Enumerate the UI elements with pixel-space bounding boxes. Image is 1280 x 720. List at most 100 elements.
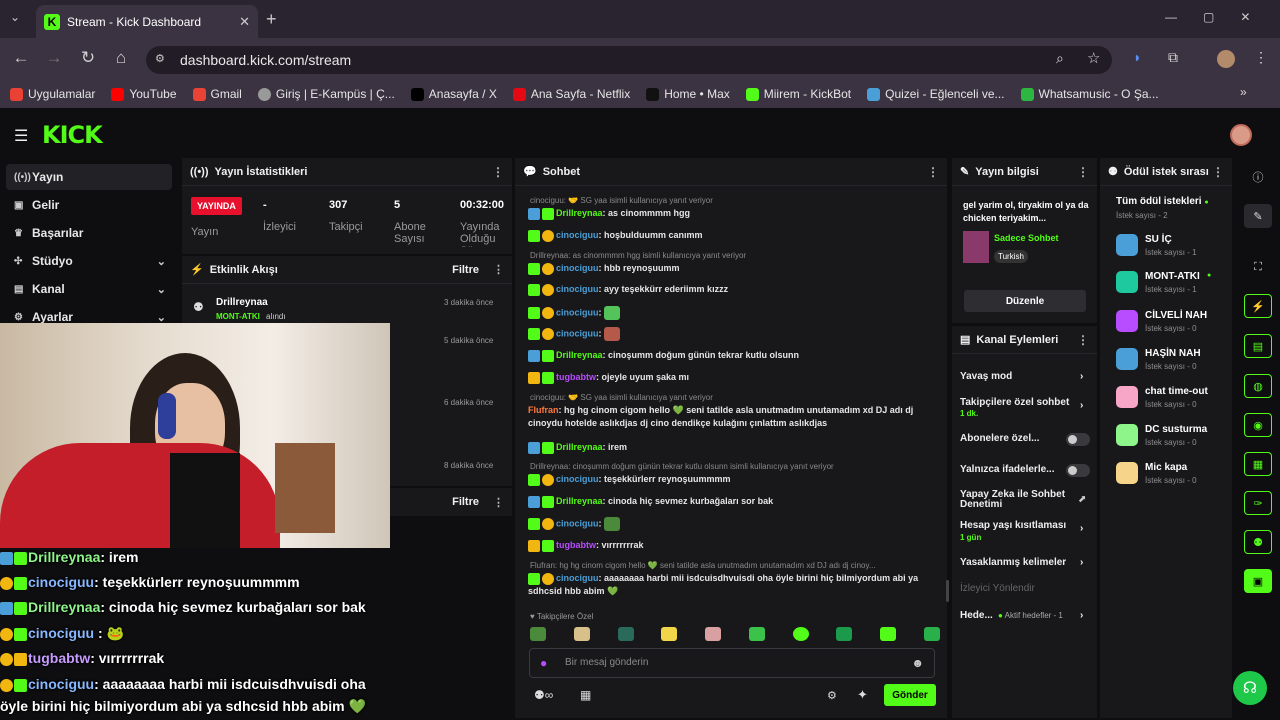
bookmark-item[interactable]: Giriş | E-Kampüs | Ç... xyxy=(257,87,395,101)
emote-icon[interactable] xyxy=(792,627,809,641)
users-icon[interactable]: ⚉∞ xyxy=(534,688,553,702)
sidebar-item-studyo[interactable]: ✣ Stüdyo ⌄ xyxy=(6,248,172,274)
chat-message[interactable]: cinociguu: xyxy=(528,306,938,320)
back-icon[interactable]: ← xyxy=(8,48,34,68)
extension-icon[interactable]: ◗ xyxy=(1133,49,1141,65)
more-options-icon[interactable]: ⋮ xyxy=(493,496,504,509)
bookmark-star-icon[interactable]: ☆ xyxy=(1087,49,1100,67)
more-options-icon[interactable]: ⋮ xyxy=(927,165,939,179)
bookmark-item[interactable]: Whatsamusic - O Şa... xyxy=(1020,87,1159,101)
close-tab-icon[interactable]: ✕ xyxy=(239,14,250,30)
bookmark-item[interactable]: Gmail xyxy=(192,87,242,101)
chat-username[interactable]: cinociguu xyxy=(556,307,599,317)
sidebar-item-yayin[interactable]: ((•)) Yayın xyxy=(6,164,172,190)
chat-message[interactable]: cinociguu: aaaaaaaa harbi mii isdcuisdhv… xyxy=(528,572,938,598)
bookmark-item[interactable]: YouTube xyxy=(111,87,177,101)
profile-avatar[interactable] xyxy=(1217,50,1235,68)
reload-icon[interactable]: ↻ xyxy=(75,48,101,68)
browser-tab[interactable]: K Stream - Kick Dashboard ✕ xyxy=(36,5,258,38)
chat-username[interactable]: Drillreynaa xyxy=(556,496,603,506)
bookmark-item[interactable]: Miirem - KickBot xyxy=(745,87,851,101)
emote-icon[interactable] xyxy=(923,627,940,641)
sidebar-item-kanal[interactable]: ▤ Kanal ⌄ xyxy=(6,276,172,302)
bookmark-item[interactable]: Quizei - Eğlenceli ve... xyxy=(867,87,1005,101)
edit-icon[interactable]: ✎ xyxy=(1244,204,1272,228)
chat-username[interactable]: tugbabtw xyxy=(556,540,596,550)
window-controls[interactable]: —▢✕ xyxy=(1165,10,1276,24)
forward-icon[interactable]: → xyxy=(41,48,67,68)
sidebar-item-gelir[interactable]: ▣ Gelir xyxy=(6,192,172,218)
emote-icon[interactable] xyxy=(705,627,722,641)
emote-icon[interactable] xyxy=(661,627,678,641)
hamburger-menu-icon[interactable]: ☰ xyxy=(14,126,28,146)
site-info-icon[interactable]: ⚙ xyxy=(155,52,165,65)
chat-username[interactable]: Flufran xyxy=(528,405,559,415)
chat-username[interactable]: Drillreynaa xyxy=(556,442,603,452)
chat-username[interactable]: cinociguu xyxy=(556,284,599,294)
all-rewards-link[interactable]: Tüm ödül istekleri ● xyxy=(1116,196,1209,207)
category-link[interactable]: Sadece Sohbet xyxy=(994,233,1059,243)
kick-logo[interactable]: KICK xyxy=(42,121,103,149)
chat-input[interactable]: ● Bir mesaj gönderin ☻ xyxy=(529,648,935,678)
address-bar[interactable]: dashboard.kick.com/stream xyxy=(146,46,1112,74)
chat-username[interactable]: cinociguu xyxy=(556,263,599,273)
microphone-icon[interactable]: ● xyxy=(540,656,547,670)
chat-username[interactable]: cinociguu xyxy=(556,573,599,583)
layout-icon[interactable]: ⛶ xyxy=(1244,255,1272,279)
browser-menu-icon[interactable]: ⋮ xyxy=(1254,49,1268,66)
subs-only-toggle[interactable] xyxy=(1066,433,1090,446)
chat-username[interactable]: cinociguu xyxy=(556,328,599,338)
support-chat-button[interactable]: ☊ xyxy=(1233,671,1267,705)
external-link-icon[interactable]: ⬈ xyxy=(1078,494,1086,505)
chat-message[interactable]: cinociguu: xyxy=(528,517,938,531)
edit-button[interactable]: Düzenle xyxy=(964,290,1086,312)
bookmark-item[interactable]: Ana Sayfa - Netflix xyxy=(512,87,630,101)
chat-message[interactable]: cinociguu: xyxy=(528,327,938,341)
emote-icon[interactable] xyxy=(617,627,634,641)
chat-username[interactable]: tugbabtw xyxy=(556,372,596,382)
emote-icon[interactable] xyxy=(573,627,590,641)
users-icon[interactable]: ⚉ xyxy=(1244,530,1272,554)
settings-gear-icon[interactable]: ⚙ xyxy=(827,689,837,702)
new-tab-icon[interactable]: + xyxy=(266,9,277,30)
chat-message[interactable]: cinociguu: ayy teşekkürr ederiimm kızzz xyxy=(528,283,938,296)
more-bookmarks-icon[interactable]: » xyxy=(1240,85,1247,99)
emotes-only-toggle[interactable] xyxy=(1066,464,1090,477)
bookmark-item[interactable]: Home • Max xyxy=(646,87,730,101)
action-banned-words[interactable]: Yasaklanmış kelimeler › xyxy=(960,557,1090,568)
chat-scrollbar[interactable] xyxy=(946,580,949,602)
calendar-icon[interactable]: ▦ xyxy=(580,688,591,702)
chat-message[interactable]: Drillreynaa: as cinommmm hgg xyxy=(528,207,938,220)
chat-message[interactable]: Drillreynaa: cinoşumm doğum günün tekrar… xyxy=(528,349,938,362)
chat-message[interactable]: cinociguu: hbb reynoşuumm xyxy=(528,262,938,275)
info-icon[interactable]: ⓘ xyxy=(1244,165,1272,189)
home-icon[interactable]: ⌂ xyxy=(108,48,134,68)
extensions-puzzle-icon[interactable]: ⧉ xyxy=(1168,49,1178,66)
broadcast-icon[interactable]: ◉ xyxy=(1244,413,1272,437)
action-followers-only[interactable]: Takipçilere özel sohbet › xyxy=(960,397,1090,411)
chat-message[interactable]: cinociguu: teşekkürlerr reynoşuummmm xyxy=(528,473,938,486)
action-host[interactable]: İzleyici Yönlendir xyxy=(960,583,1090,594)
bookmark-item[interactable]: Anasayfa / X xyxy=(410,87,497,101)
more-options-icon[interactable]: ⋮ xyxy=(1077,333,1089,347)
chat-username[interactable]: cinociguu xyxy=(556,518,599,528)
send-button[interactable]: Gönder xyxy=(884,684,936,706)
filter-button[interactable]: Filtre xyxy=(452,264,479,276)
emoji-icon[interactable]: ☻ xyxy=(911,656,924,670)
action-ai-moderation[interactable]: Yapay Zeka ile Sohbet Denetimi xyxy=(960,490,1070,510)
chat-message[interactable]: cinociguu: hoşbulduumm canımm xyxy=(528,229,938,242)
chat-message[interactable]: Drillreynaa: irem xyxy=(528,441,938,454)
user-avatar[interactable] xyxy=(1230,124,1252,146)
calendar-icon[interactable]: ▦ xyxy=(1244,452,1272,476)
sidebar-item-basarilar[interactable]: ♛ Başarılar xyxy=(6,220,172,246)
chat-username[interactable]: Drillreynaa xyxy=(556,350,603,360)
chat-icon[interactable]: ◍ xyxy=(1244,374,1272,398)
more-options-icon[interactable]: ⋮ xyxy=(1077,165,1089,179)
chat-message[interactable]: tugbabtw: vırrrrrrrak xyxy=(528,539,938,552)
filter-button[interactable]: Filtre xyxy=(452,496,479,508)
bookmark-item[interactable]: Uygulamalar xyxy=(10,87,95,101)
more-options-icon[interactable]: ⋮ xyxy=(493,263,504,276)
more-options-icon[interactable]: ⋮ xyxy=(1212,165,1224,179)
chat-message[interactable]: Flufran: hg hg cinom cigom hello 💚 seni … xyxy=(528,404,938,430)
tab-list-icon[interactable]: ⌄ xyxy=(10,10,20,24)
